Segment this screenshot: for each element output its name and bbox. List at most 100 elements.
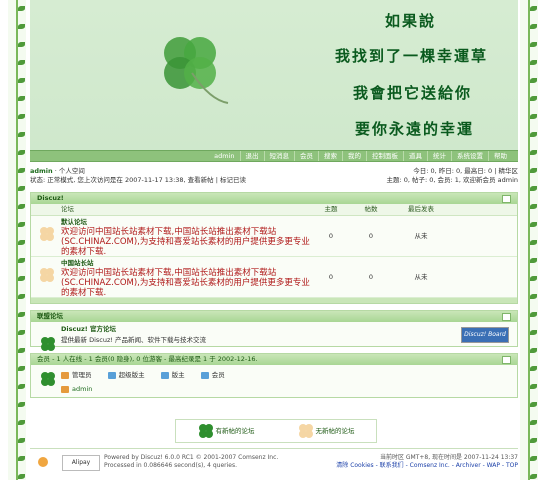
col-posts: 帖数 [364, 205, 378, 213]
menu-mine[interactable]: 我的 [342, 151, 366, 161]
forum-row: 默认论坛 欢迎访问中国站长站素材下载,中国站长站推出素材下载站(SC.CHINA… [31, 216, 517, 257]
forum-column-header: 论坛 主题 帖数 最后发表 [31, 204, 517, 216]
vine-leaf-icon [18, 258, 25, 263]
vine-leaf-icon [530, 114, 537, 119]
vine-leaf-icon [530, 240, 537, 245]
vine-leaf-icon [530, 60, 537, 65]
alipay-badge[interactable]: Alipay [62, 455, 100, 471]
group-moderator: 版主 [171, 371, 185, 379]
online-members-box: 会员 - 1 人在线 - 1 会员(0 隐身), 0 位游客 - 最高纪录是 1… [30, 353, 518, 398]
site-stats: 主题: 0, 帖子: 0, 会员: 1, 欢迎新会员 admin [386, 176, 518, 184]
vine-leaf-icon [530, 456, 537, 461]
col-last-post: 最后发表 [408, 205, 434, 213]
group-member: 会员 [211, 371, 225, 379]
vine-leaf-icon [530, 6, 537, 11]
vine-leaf-icon [530, 366, 537, 371]
today-stats: 今日: 0, 昨日: 0, 最高日: 0 | 精华区 [413, 167, 518, 175]
top-menu: admin 退出 短消息 会员 搜索 我的 控制面板 道具 统计 系统设置 帮助 [30, 150, 518, 162]
league-forum-name[interactable]: Discuz! 官方论坛 [61, 325, 206, 334]
vine-leaf-icon [18, 456, 25, 461]
forum-title[interactable]: 默认论坛 [61, 218, 311, 227]
vine-leaf-icon [18, 222, 25, 227]
league-forums-box: 联盟论坛 Discuz! 官方论坛 提供最新 Discuz! 产品新闻、软件下载… [30, 310, 518, 351]
member-groups: 管理员 超级版主 版主 会员 admin [31, 365, 517, 397]
menu-stats[interactable]: 统计 [427, 151, 451, 161]
new-posts-icon [198, 424, 216, 438]
collapse-icon[interactable] [502, 195, 511, 203]
vine-leaf-icon [530, 42, 537, 47]
forum-topics: 0 [328, 273, 334, 281]
vine-leaf-icon [530, 204, 537, 209]
league-forum-desc: 提供最新 Discuz! 产品新闻、软件下载与技术交流 [61, 335, 207, 344]
forum-row: 中国站长站 欢迎访问中国站长站素材下载,中国站长站推出素材下载站(SC.CHIN… [31, 257, 517, 298]
super-moderator-badge-icon [107, 371, 116, 379]
vine-leaf-icon [530, 438, 537, 443]
vine-leaf-icon [530, 168, 537, 173]
league-forum-row: Discuz! 官方论坛 提供最新 Discuz! 产品新闻、软件下载与技术交流… [31, 322, 517, 351]
col-forum: 论坛 [61, 205, 74, 213]
vine-leaf-icon [530, 150, 537, 155]
vine-leaf-icon [18, 168, 25, 173]
vine-leaf-icon [18, 114, 25, 119]
forum-title[interactable]: 中国站长站 [61, 259, 311, 268]
username-link[interactable]: admin [30, 167, 53, 175]
vine-leaf-icon [530, 132, 537, 137]
legend-new: 有新帖的论坛 [215, 427, 255, 435]
vine-leaf-icon [18, 330, 25, 335]
no-new-posts-icon [31, 257, 61, 297]
poem-line-2: 我找到了一棵幸運草 [335, 47, 489, 65]
menu-messages[interactable]: 短消息 [263, 151, 295, 161]
vine-leaf-icon [530, 276, 537, 281]
vine-leaf-icon [530, 24, 537, 29]
group-admin: 管理员 [72, 371, 92, 379]
menu-user[interactable]: admin [209, 151, 239, 161]
vine-leaf-icon [18, 366, 25, 371]
user-info-bar: admin · 个人空间 状态: 正常模式, 您上次访问是在 2007-11-1… [30, 162, 518, 188]
vine-leaf-icon [530, 222, 537, 227]
legend-no-new: 无新帖的论坛 [315, 427, 355, 435]
vine-leaf-icon [530, 312, 537, 317]
vine-leaf-icon [18, 312, 25, 317]
member-badge-icon [200, 371, 209, 379]
vine-leaf-icon [530, 258, 537, 263]
page-wrapper: 如果說 我找到了一棵幸運草 我會把它送給你 要你永遠的幸運 admin 退出 短… [30, 0, 518, 398]
col-topics: 主题 [324, 205, 338, 213]
vine-leaf-icon [18, 204, 25, 209]
vine-leaf-icon [530, 402, 537, 407]
members-box-title: 会员 - 1 人在线 - 1 会员(0 隐身), 0 位游客 - 最高纪录是 1… [37, 355, 258, 363]
menu-logout[interactable]: 退出 [239, 151, 264, 161]
four-leaf-clover-icon [164, 37, 229, 104]
menu-tools[interactable]: 道具 [403, 151, 427, 161]
discuz-banner-link[interactable]: Discuz! Board [461, 327, 509, 343]
vine-leaf-icon [530, 96, 537, 101]
vine-leaf-icon [18, 186, 25, 191]
forum-description: 欢迎访问中国站长站素材下载,中国站长站推出素材下载站(SC.CHINAZ.COM… [61, 227, 310, 257]
forum-box-title: Discuz! [37, 194, 64, 202]
vine-leaf-icon [18, 348, 25, 353]
vine-leaf-icon [18, 24, 25, 29]
poem-line-1: 如果說 [385, 12, 437, 30]
online-user-link[interactable]: admin [72, 385, 92, 393]
processed-text: Processed in 0.086646 second(s), 4 queri… [104, 462, 237, 469]
personal-space-link[interactable]: · 个人空间 [55, 167, 85, 175]
vine-leaf-icon [530, 294, 537, 299]
menu-help[interactable]: 帮助 [488, 151, 512, 161]
current-time-text: 当前时区 GMT+8, 现在时间是 2007-11-24 13:37 [379, 454, 518, 461]
group-super-moderator: 超级版主 [118, 371, 145, 379]
vine-leaf-icon [18, 384, 25, 389]
forum-posts: 0 [368, 232, 374, 240]
vine-leaf-icon [18, 78, 25, 83]
vine-leaf-icon [18, 276, 25, 281]
collapse-icon[interactable] [502, 356, 511, 364]
footer-links[interactable]: 清除 Cookies - 联系我们 - Comsenz Inc. - Archi… [336, 462, 518, 470]
collapse-icon[interactable] [502, 313, 511, 321]
menu-settings[interactable]: 系统设置 [451, 151, 488, 161]
vine-leaf-icon [530, 186, 537, 191]
vine-leaf-icon [18, 294, 25, 299]
discuz-logo-icon [38, 457, 48, 467]
menu-control-panel[interactable]: 控制面板 [366, 151, 403, 161]
menu-search[interactable]: 搜索 [318, 151, 342, 161]
forum-list-box: Discuz! 论坛 主题 帖数 最后发表 默认论坛 欢迎访问中国站长站素材下载… [30, 192, 518, 304]
menu-members[interactable]: 会员 [294, 151, 318, 161]
vine-leaf-icon [530, 474, 537, 479]
